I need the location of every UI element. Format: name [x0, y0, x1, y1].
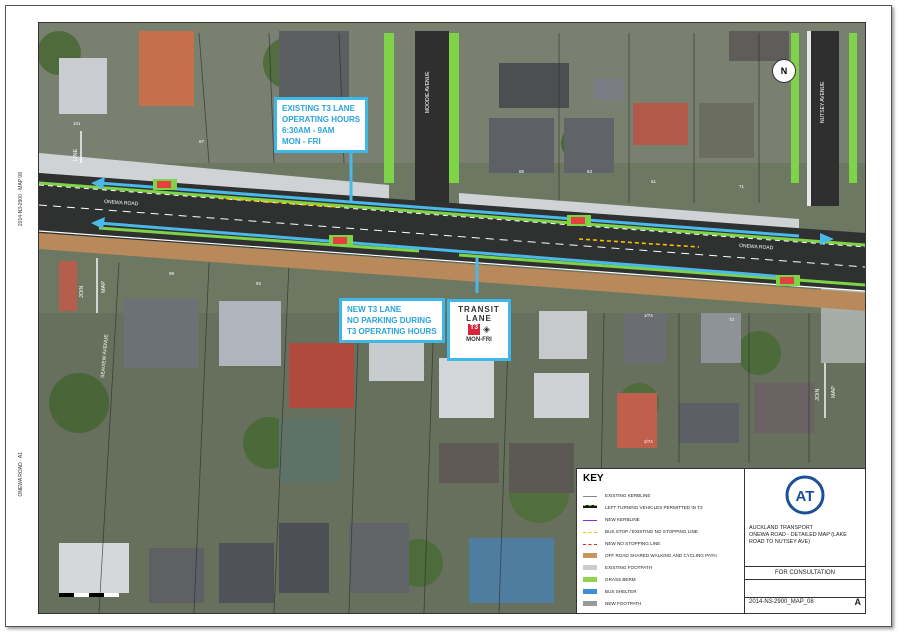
callout-line: EXISTING T3 LANE: [282, 104, 355, 113]
key-label: BUS SHELTER: [605, 589, 637, 594]
callout-line: NEW T3 LANE: [347, 305, 402, 314]
key-swatch: [583, 565, 597, 570]
map-key: KEY EXISTING KERBLINE LEFT TURNING VEHICL…: [576, 468, 745, 613]
key-row: GRASS BERM: [583, 575, 743, 585]
revision-label: A: [854, 597, 862, 607]
svg-text:LINE: LINE: [73, 148, 79, 161]
key-label: NEW KERBLINE: [605, 517, 640, 522]
key-label: EXISTING KERBLINE: [605, 493, 651, 498]
key-row: BUS SHELTER: [583, 587, 743, 597]
svg-text:63: 63: [587, 169, 593, 174]
callout-line: MON - FRI: [282, 137, 321, 146]
key-label: NEW FOOTPATH: [605, 601, 642, 606]
sign-line1: TRANSIT: [458, 305, 500, 314]
title-line2: ONEWA ROAD - DETAILED MAP (LAKE: [749, 532, 847, 538]
svg-text:JOIN: JOIN: [815, 388, 821, 401]
key-row: EXISTING FOOTPATH: [583, 563, 743, 573]
key-swatch: [583, 496, 597, 497]
title-meta: [745, 579, 865, 598]
callout-line: 6:30AM - 9AM: [282, 126, 335, 135]
margin-note-2: ONEWA ROAD · A1: [18, 452, 24, 497]
key-row: NEW NO STOPPING LINE: [583, 539, 743, 549]
svg-text:93: 93: [256, 281, 262, 286]
svg-text:101: 101: [73, 121, 81, 126]
title-line3: ROAD TO NUTSEY AVE): [749, 539, 811, 545]
key-label: OFF ROAD SHARED WALKING AND CYCLING PATH: [605, 553, 717, 558]
key-swatch: [583, 520, 597, 521]
sign-line2: LANE: [466, 314, 492, 323]
key-swatch: [583, 577, 597, 582]
callout-new-t3: NEW T3 LANE NO PARKING DURING T3 OPERATI…: [339, 298, 445, 343]
key-row: LEFT TURNING VEHICLES PERMITTED IN T3: [583, 503, 743, 513]
key-label: LEFT TURNING VEHICLES PERMITTED IN T3: [605, 505, 703, 510]
key-swatch: [583, 601, 597, 606]
callout-line: T3 OPERATING HOURS: [347, 327, 437, 336]
title-org: AUCKLAND TRANSPORT: [749, 525, 813, 531]
side-margin: 2014-N3-2900 · MAP 08 ONEWA ROAD · A1: [6, 22, 36, 612]
key-label: GRASS BERM: [605, 577, 636, 582]
svg-text:67: 67: [199, 139, 205, 144]
key-swatch: [583, 532, 597, 533]
svg-text:71: 71: [739, 184, 745, 189]
key-row: EXISTING KERBLINE: [583, 491, 743, 501]
key-label: BUS STOP / EXISTING NO STOPPING LINE: [605, 529, 698, 534]
key-swatch: [583, 589, 597, 594]
callout-existing-t3: EXISTING T3 LANE OPERATING HOURS 6:30AM …: [274, 97, 369, 153]
key-title: KEY: [583, 473, 604, 484]
callout-line: NO PARKING DURING: [347, 316, 432, 325]
margin-note: 2014-N3-2900 · MAP 08: [18, 172, 24, 227]
svg-text:MOODIE AVENUE: MOODIE AVENUE: [425, 71, 431, 113]
key-swatch: [583, 544, 597, 545]
key-row: NEW FOOTPATH: [583, 599, 743, 609]
svg-text:72: 72: [729, 317, 735, 322]
key-swatch: [583, 553, 597, 558]
key-row: NEW KERBLINE: [583, 515, 743, 525]
key-row: BUS STOP / EXISTING NO STOPPING LINE: [583, 527, 743, 537]
svg-text:2/74: 2/74: [644, 439, 653, 444]
svg-text:NUTSEY AVENUE: NUTSEY AVENUE: [820, 81, 826, 123]
svg-text:MAP: MAP: [831, 386, 837, 398]
key-row: OFF ROAD SHARED WALKING AND CYCLING PATH: [583, 551, 743, 561]
key-label: NEW NO STOPPING LINE: [605, 541, 661, 546]
sign-line3: MON-FRI: [466, 337, 492, 343]
drawing-number: 2014-N3-2900_MAP_08: [749, 599, 814, 605]
svg-text:61: 61: [651, 179, 657, 184]
svg-text:MAP: MAP: [101, 281, 107, 293]
title-text: AUCKLAND TRANSPORT ONEWA ROAD - DETAILED…: [749, 525, 847, 546]
svg-text:99: 99: [169, 271, 175, 276]
svg-text:1/74: 1/74: [644, 313, 653, 318]
north-arrow-icon: N: [772, 59, 796, 83]
auckland-transport-logo-icon: AT: [785, 475, 825, 515]
status-label: FOR CONSULTATION: [745, 566, 865, 580]
key-label: EXISTING FOOTPATH: [605, 565, 653, 570]
transit-lane-sign: TRANSIT LANE T3 ◈ MON-FRI: [447, 299, 511, 361]
key-swatch: [583, 505, 597, 508]
logo-text: AT: [796, 488, 815, 505]
callout-line: OPERATING HOURS: [282, 115, 361, 124]
title-block: AT AUCKLAND TRANSPORT ONEWA ROAD - DETAI…: [744, 468, 865, 613]
car-icon: ◈: [483, 324, 491, 334]
svg-text:65: 65: [519, 169, 525, 174]
t3-badge: T3: [467, 324, 481, 335]
svg-text:JOIN: JOIN: [79, 285, 85, 298]
